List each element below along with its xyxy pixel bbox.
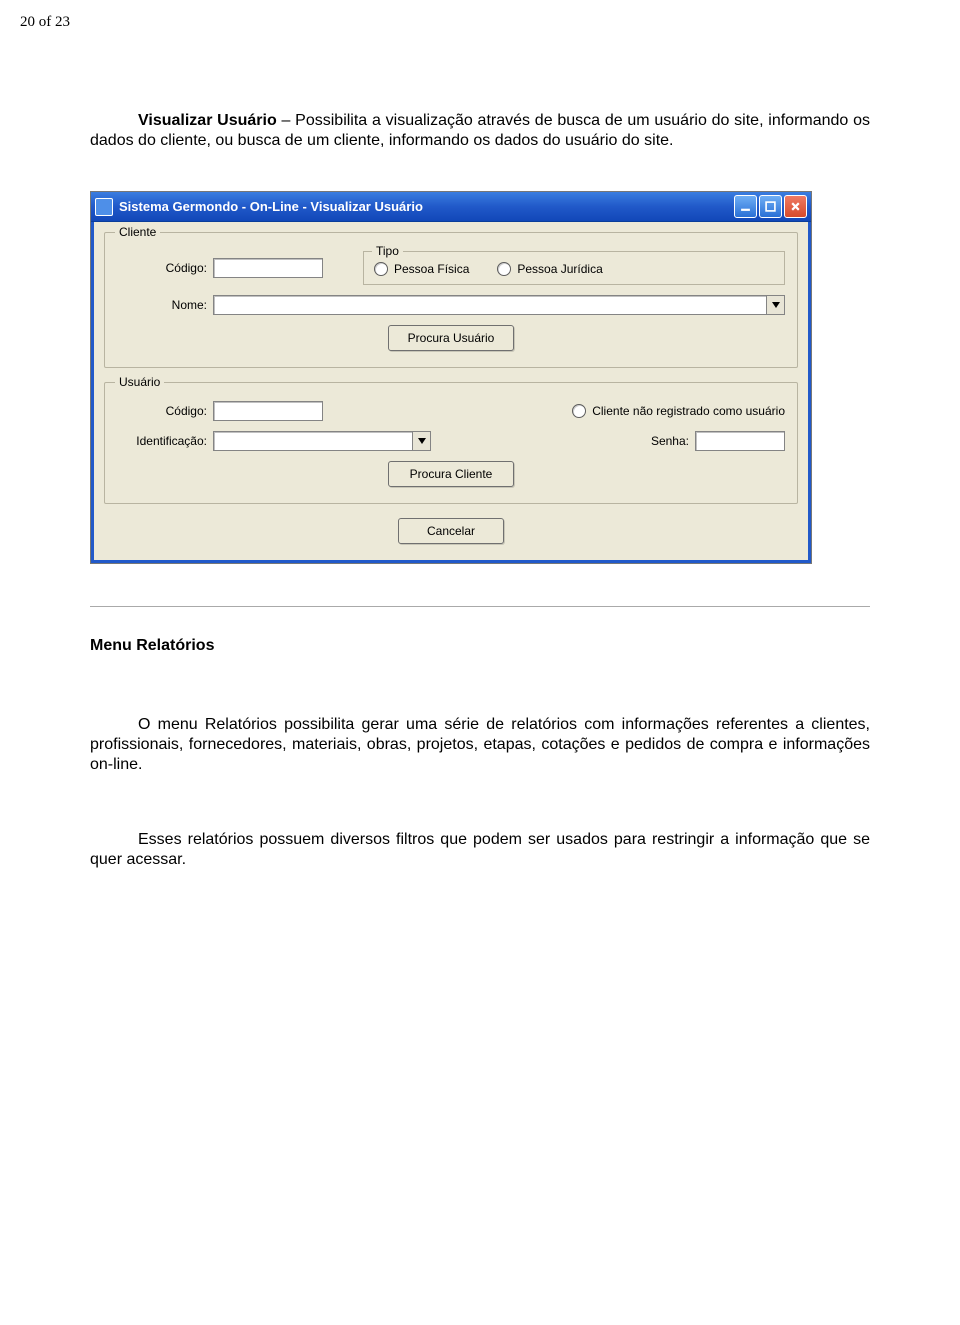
radio-icon [572,404,586,418]
minimize-button[interactable] [734,195,757,218]
dialog-visualizar-usuario: Sistema Germondo - On-Line - Visualizar … [90,191,812,564]
paragraph-menu-relatorios: O menu Relatórios possibilita gerar uma … [90,715,870,775]
procura-usuario-button[interactable]: Procura Usuário [388,325,514,351]
p2-text: O menu Relatórios possibilita gerar uma … [90,716,870,773]
identificacao-input[interactable] [213,431,413,451]
close-button[interactable] [784,195,807,218]
p3-text: Esses relatórios possuem diversos filtro… [90,831,870,868]
window-titlebar: Sistema Germondo - On-Line - Visualizar … [91,192,811,222]
radio-icon [497,262,511,276]
app-icon [95,198,113,216]
paragraph-visualizar-usuario: Visualizar Usuário – Possibilita a visua… [90,111,870,151]
radio-pessoa-juridica[interactable]: Pessoa Jurídica [497,262,602,276]
paragraph-filtros: Esses relatórios possuem diversos filtro… [90,830,870,870]
radio-nao-reg-label: Cliente não registrado como usuário [592,404,785,418]
section-divider [90,606,870,607]
identificacao-dropdown-button[interactable] [413,431,431,451]
nome-dropdown-button[interactable] [767,295,785,315]
cancelar-button[interactable]: Cancelar [398,518,504,544]
label-codigo-cliente: Código: [117,261,207,275]
radio-pf-label: Pessoa Física [394,262,469,276]
group-cliente-legend: Cliente [115,225,160,239]
codigo-cliente-input[interactable] [213,258,323,278]
codigo-usuario-input[interactable] [213,401,323,421]
radio-icon [374,262,388,276]
heading-menu-relatorios: Menu Relatórios [90,637,870,655]
label-codigo-usuario: Código: [117,404,207,418]
window-title: Sistema Germondo - On-Line - Visualizar … [119,199,732,214]
label-identificacao: Identificação: [117,434,207,448]
label-senha: Senha: [617,434,689,448]
group-tipo: Tipo Pessoa Física Pessoa Jurídica [363,251,785,285]
procura-cliente-button[interactable]: Procura Cliente [388,461,514,487]
minimize-icon [740,201,751,212]
p1-bold: Visualizar Usuário [138,112,277,129]
chevron-down-icon [772,302,780,308]
maximize-button[interactable] [759,195,782,218]
maximize-icon [765,201,776,212]
group-tipo-legend: Tipo [372,244,403,258]
radio-nao-registrado[interactable]: Cliente não registrado como usuário [572,404,785,418]
radio-pj-label: Pessoa Jurídica [517,262,602,276]
senha-input[interactable] [695,431,785,451]
label-nome: Nome: [117,298,207,312]
chevron-down-icon [418,438,426,444]
group-usuario: Usuário Código: Cliente não registrado c… [104,382,798,504]
window-body: Cliente Código: Tipo Pessoa Física P [91,222,811,563]
close-icon [790,201,801,212]
radio-pessoa-fisica[interactable]: Pessoa Física [374,262,469,276]
group-usuario-legend: Usuário [115,375,164,389]
nome-input[interactable] [213,295,767,315]
page-number: 20 of 23 [20,14,870,31]
group-cliente: Cliente Código: Tipo Pessoa Física P [104,232,798,368]
